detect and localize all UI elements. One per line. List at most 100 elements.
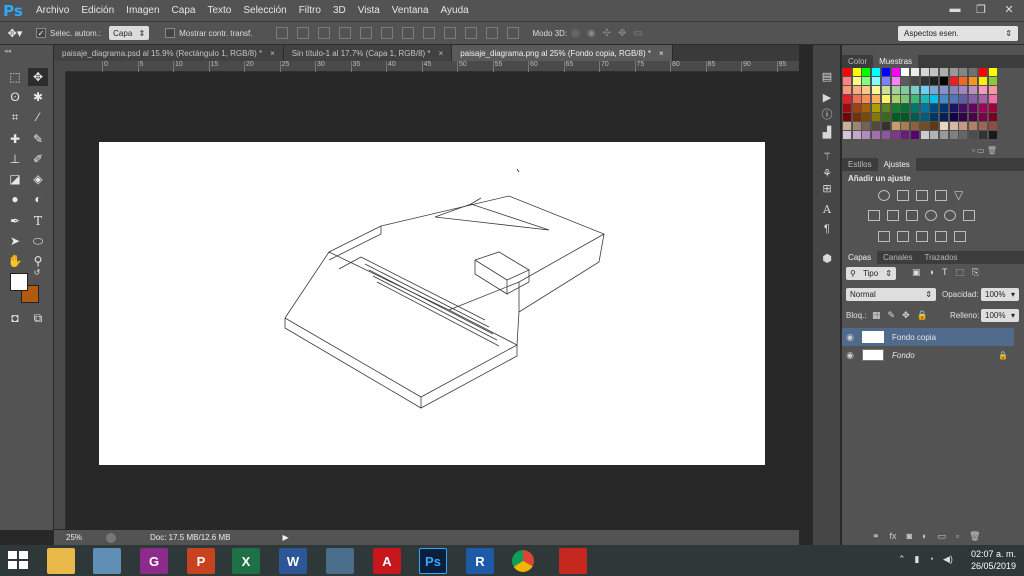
swatch[interactable] [930, 113, 939, 121]
swatch[interactable] [949, 104, 958, 112]
crop-tool-icon[interactable]: ⌗ [5, 108, 25, 126]
swatch[interactable] [930, 131, 939, 139]
swatch[interactable] [910, 122, 919, 130]
close-button[interactable]: ✕ [994, 0, 1024, 18]
photoshop-icon[interactable]: Ps [419, 548, 447, 574]
brush-tool-icon[interactable]: ✎ [28, 130, 48, 148]
brush-settings-icon[interactable]: ⚘ [820, 166, 834, 180]
minimize-button[interactable]: ▬ [942, 0, 968, 18]
swatch[interactable] [949, 68, 958, 76]
swatch[interactable] [920, 131, 929, 139]
curves-icon[interactable] [916, 190, 928, 201]
swatch[interactable] [949, 86, 958, 94]
swatch[interactable] [862, 131, 871, 139]
brush-presets-icon[interactable]: ⚚ [820, 149, 834, 163]
swatch[interactable] [881, 113, 890, 121]
swatch[interactable] [852, 131, 861, 139]
menu-filtro[interactable]: Filtro [293, 0, 327, 21]
swatch[interactable] [843, 131, 851, 139]
swatch[interactable] [910, 77, 919, 85]
slide-3d-icon[interactable]: ✥ [618, 28, 626, 39]
swatch[interactable] [910, 131, 919, 139]
swatch[interactable] [959, 131, 968, 139]
swatch[interactable] [949, 122, 958, 130]
swatch[interactable] [949, 77, 958, 85]
swatch[interactable] [920, 113, 929, 121]
vibrance-icon[interactable]: ▽ [954, 189, 966, 201]
clone-source-icon[interactable]: ⊞ [820, 181, 834, 195]
tab-paths[interactable]: Trazados [918, 251, 963, 264]
swatch[interactable] [959, 122, 968, 130]
align-top-icon[interactable] [275, 27, 288, 39]
swatch[interactable] [959, 104, 968, 112]
swatch[interactable] [959, 68, 968, 76]
swatch[interactable] [910, 68, 919, 76]
swatch[interactable] [988, 113, 997, 121]
swatch[interactable] [852, 122, 861, 130]
filter-pixel-icon[interactable]: ▣ [912, 267, 921, 278]
restore-button[interactable]: ❐ [968, 0, 994, 18]
healing-brush-tool-icon[interactable]: ✚ [5, 130, 25, 148]
distribute-bottom-icon[interactable] [443, 27, 456, 39]
swatch[interactable] [891, 122, 900, 130]
pen-tool-icon[interactable]: ✒ [5, 212, 25, 230]
swatch[interactable] [881, 122, 890, 130]
swatch[interactable] [881, 86, 890, 94]
tab-styles[interactable]: Estilos [842, 158, 878, 171]
swatch[interactable] [901, 68, 910, 76]
align-vcenter-icon[interactable] [296, 27, 309, 39]
swatch[interactable] [872, 122, 881, 130]
swatch[interactable] [862, 122, 871, 130]
swatch[interactable] [969, 131, 978, 139]
type-tool-icon[interactable]: T [28, 212, 48, 230]
lock-transparent-icon[interactable]: ▦ [872, 310, 881, 321]
invert-icon[interactable] [878, 231, 890, 242]
swatch[interactable] [852, 113, 861, 121]
align-right-icon[interactable] [380, 27, 393, 39]
collapse-icon[interactable]: ◂◂ [4, 47, 11, 55]
powerpoint-icon[interactable]: P [187, 548, 215, 574]
swatch[interactable] [872, 68, 881, 76]
layer-name[interactable]: Fondo [892, 351, 915, 360]
swap-colors-icon[interactable]: ↺ [32, 267, 42, 277]
swatch[interactable] [872, 131, 881, 139]
histogram-icon[interactable]: ▟ [820, 125, 834, 139]
status-menu-icon[interactable]: ▶ [282, 533, 288, 542]
layer-row-fondo-copia[interactable]: ◉ Fondo copia [842, 328, 1014, 346]
orbit-3d-icon[interactable]: ◎ [571, 28, 580, 39]
swatch[interactable] [988, 95, 997, 103]
swatch[interactable] [959, 77, 968, 85]
show-transform-checkbox[interactable] [165, 28, 176, 38]
swatch[interactable] [862, 68, 871, 76]
menu-3d[interactable]: 3D [327, 0, 352, 21]
swatch[interactable] [930, 77, 939, 85]
swatch[interactable] [872, 95, 881, 103]
layer-kind-filter[interactable]: ⚲ Tipo ⇕ [846, 267, 896, 280]
swatch[interactable] [881, 95, 890, 103]
levels-icon[interactable] [897, 190, 909, 201]
battery-icon[interactable]: ▮ [915, 554, 920, 565]
filter-shape-icon[interactable]: ⬚ [955, 267, 964, 278]
close-icon[interactable]: × [659, 49, 664, 58]
swatch[interactable] [852, 68, 861, 76]
lock-position-icon[interactable]: ✥ [902, 310, 910, 321]
swatch[interactable] [969, 104, 978, 112]
color-lookup-icon[interactable] [963, 210, 975, 221]
menu-capa[interactable]: Capa [166, 0, 202, 21]
swatch[interactable] [852, 104, 861, 112]
close-icon[interactable]: × [270, 49, 275, 58]
swatch[interactable] [920, 68, 929, 76]
quick-select-tool-icon[interactable]: ✱ [28, 88, 48, 106]
swatch[interactable] [978, 104, 987, 112]
blur-tool-icon[interactable]: ● [5, 190, 25, 208]
swatch[interactable] [901, 104, 910, 112]
swatch[interactable] [940, 113, 948, 121]
distribute-vcenter-icon[interactable] [422, 27, 435, 39]
tab-layers[interactable]: Capas [842, 251, 878, 264]
swatch[interactable] [862, 77, 871, 85]
swatch[interactable] [988, 122, 997, 130]
fill-input[interactable]: 100% ▾ [981, 309, 1019, 322]
hand-tool-icon[interactable]: ✋ [5, 252, 25, 270]
swatch[interactable] [872, 104, 881, 112]
swatch[interactable] [930, 68, 939, 76]
